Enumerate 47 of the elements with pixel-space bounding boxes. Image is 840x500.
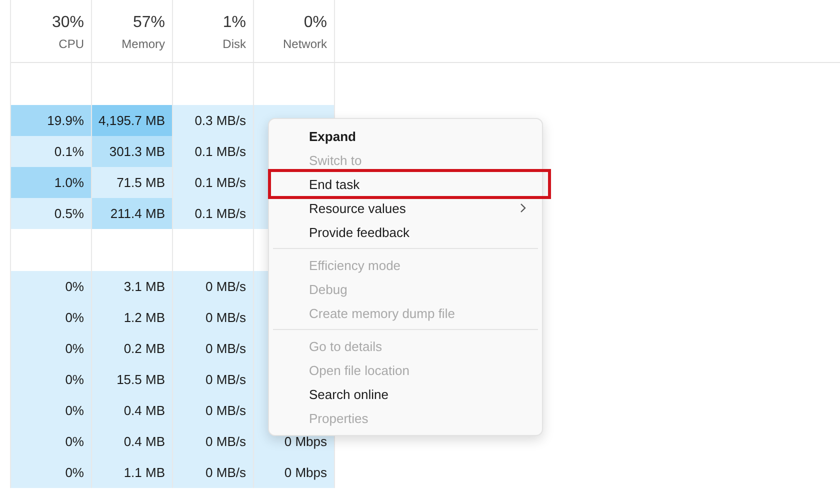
table-cell: 1.1 MB — [92, 457, 173, 488]
table-cell: 0% — [11, 333, 92, 364]
menu-item[interactable]: Search online — [273, 382, 538, 406]
column-header[interactable]: Memory — [122, 37, 165, 51]
column-percent: 30% — [52, 14, 84, 32]
table-cell: 0.5% — [11, 198, 92, 229]
menu-item[interactable]: End task — [271, 172, 548, 196]
table-cell: 0.1 MB/s — [173, 198, 254, 229]
menu-item[interactable]: Expand — [273, 124, 538, 148]
column-header[interactable]: Disk — [222, 37, 246, 51]
table-cell: 0.4 MB — [92, 426, 173, 457]
table-cell: 0.1 MB/s — [173, 136, 254, 167]
table-cell: 0 MB/s — [173, 271, 254, 302]
column-header[interactable]: CPU — [58, 37, 84, 51]
table-cell: 0% — [11, 271, 92, 302]
table-cell: 0 MB/s — [173, 364, 254, 395]
table-cell: 1.2 MB — [92, 302, 173, 333]
column-percent: 1% — [222, 14, 246, 32]
table-cell: 211.4 MB — [92, 198, 173, 229]
table-cell: 0.1% — [11, 136, 92, 167]
table-cell: 3.1 MB — [92, 271, 173, 302]
table-cell: 301.3 MB — [92, 136, 173, 167]
table-cell: 0% — [11, 395, 92, 426]
table-cell: 0.4 MB — [92, 395, 173, 426]
column-percent: 57% — [132, 14, 165, 32]
table-cell: 0 MB/s — [173, 426, 254, 457]
menu-item[interactable]: Provide feedback — [273, 220, 538, 244]
table-cell: 0 Mbps — [254, 457, 335, 488]
table-cell: 0% — [11, 364, 92, 395]
table-cell: 0% — [11, 426, 92, 457]
table-cell: 0.1 MB/s — [173, 167, 254, 198]
table-cell: 0.2 MB — [92, 333, 173, 364]
table-cell: 0% — [11, 457, 92, 488]
table-cell: 71.5 MB — [92, 167, 173, 198]
column-header[interactable]: Network — [282, 37, 327, 51]
table-cell: 0 MB/s — [173, 333, 254, 364]
table-cell: 0 MB/s — [173, 395, 254, 426]
table-cell: 0.3 MB/s — [173, 105, 254, 136]
menu-item[interactable]: Resource values — [273, 196, 538, 220]
table-cell: 1.0% — [11, 167, 92, 198]
table-cell: 0 MB/s — [173, 457, 254, 488]
table-cell: 15.5 MB — [92, 364, 173, 395]
column-percent: 0% — [304, 14, 327, 32]
table-cell: 0 MB/s — [173, 302, 254, 333]
table-cell: 19.9% — [11, 105, 92, 136]
table-cell: 0% — [11, 302, 92, 333]
table-cell: 4,195.7 MB — [92, 105, 173, 136]
